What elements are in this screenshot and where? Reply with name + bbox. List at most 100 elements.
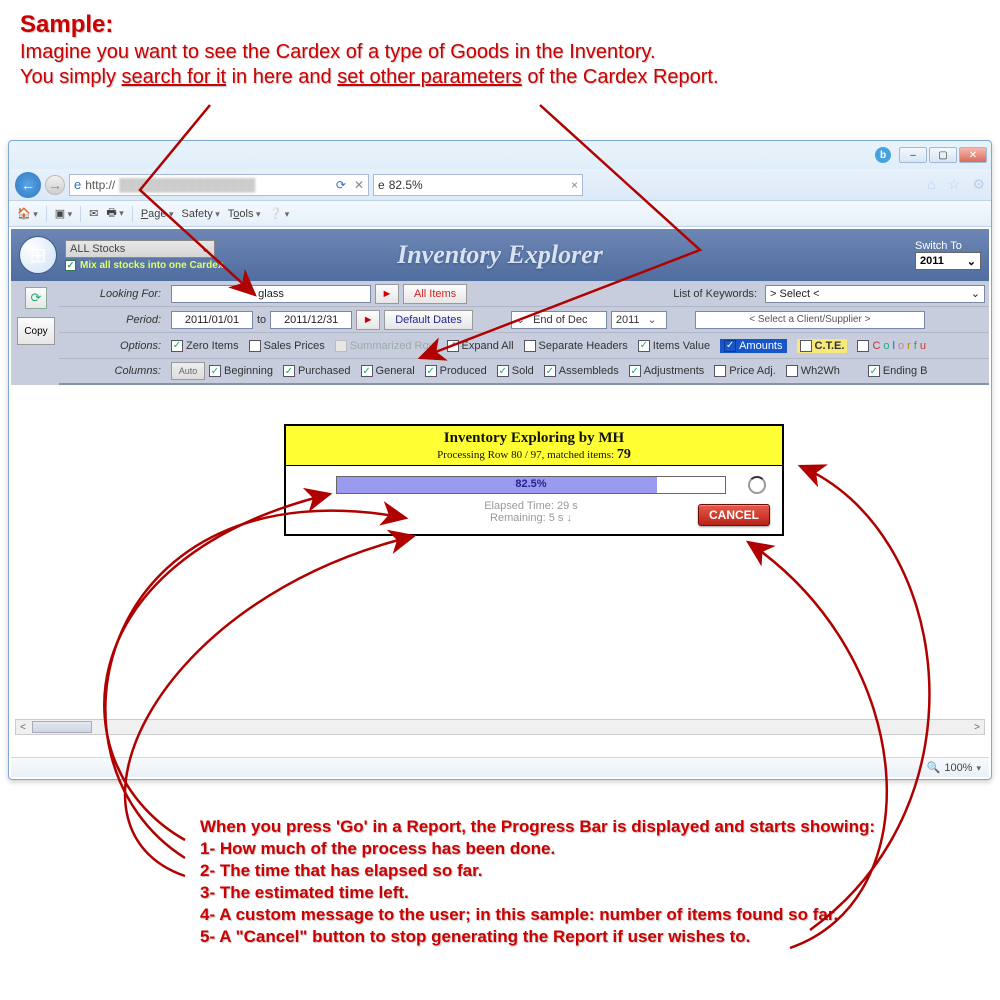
url-field[interactable]: e http:// ████████████████ ⟳ ✕: [69, 174, 369, 196]
spinner-icon: [748, 476, 766, 494]
app-favicon: b: [875, 147, 891, 163]
progress-header: Inventory Exploring by MH Processing Row…: [286, 426, 782, 466]
address-bar: ← → e http:// ████████████████ ⟳ ✕ e 82.…: [9, 169, 991, 201]
row-options: Options: Zero Items Sales Prices Summari…: [59, 333, 989, 359]
opt-summarized-row[interactable]: Summarized Row: [335, 340, 437, 352]
endof-month-select[interactable]: End of Dec: [511, 311, 607, 329]
period-label: Period:: [63, 314, 167, 326]
keywords-label: List of Keywords:: [673, 288, 757, 300]
period-from-input[interactable]: 2011/01/01: [171, 311, 253, 329]
browser-status-bar: 🔍 100%: [11, 757, 989, 777]
period-go-button[interactable]: ►: [356, 310, 380, 330]
settings-icon[interactable]: ⚙: [972, 176, 985, 193]
row-looking-for: Looking For: glass ► All Items List of K…: [59, 281, 989, 307]
stop-icon[interactable]: ✕: [354, 178, 364, 192]
tab-ie-icon: e: [378, 178, 385, 192]
titlebar-right-icons: ⌂ ☆ ⚙: [927, 176, 985, 193]
columns-label: Columns:: [63, 365, 167, 377]
windows-logo-icon: ⊞: [19, 236, 57, 274]
page-menu[interactable]: PPageage: [141, 208, 174, 220]
safety-menu[interactable]: Safety: [182, 208, 220, 220]
search-go-button[interactable]: ►: [375, 284, 399, 304]
feeds-menu[interactable]: ▣: [55, 207, 72, 220]
opt-zero-items[interactable]: Zero Items: [171, 340, 239, 352]
forward-button[interactable]: →: [45, 175, 65, 195]
zoom-menu[interactable]: [976, 762, 981, 774]
progress-percent: 82.5%: [337, 478, 725, 490]
url-scheme: http://: [85, 178, 115, 192]
refresh-square-button[interactable]: ⟳: [25, 287, 47, 309]
col-beginning[interactable]: Beginning: [209, 365, 273, 377]
mail-icon[interactable]: ✉: [89, 207, 98, 220]
default-dates-button[interactable]: Default Dates: [384, 310, 473, 330]
mix-stocks-checkbox[interactable]: ✓ Mix all stocks into one Cardex: [65, 260, 223, 271]
opt-separate-headers[interactable]: Separate Headers: [524, 340, 628, 352]
url-blurred: ████████████████: [119, 178, 255, 192]
col-produced[interactable]: Produced: [425, 365, 487, 377]
annotation-line1: Imagine you want to see the Cardex of a …: [20, 40, 960, 65]
endof-year-select[interactable]: 2011: [611, 311, 667, 329]
progress-times: Elapsed Time: 29 s Remaining: 5 s ↓: [336, 500, 726, 524]
back-button[interactable]: ←: [15, 172, 41, 198]
zoom-icon[interactable]: 🔍: [927, 761, 941, 774]
switch-to: Switch To 2011⌄: [915, 240, 981, 270]
tools-menu[interactable]: ToolsTools: [228, 208, 261, 220]
minimize-button[interactable]: –: [899, 147, 927, 163]
opt-cte[interactable]: C.T.E.: [797, 339, 848, 353]
keywords-select[interactable]: > Select <⌄: [765, 285, 985, 303]
scrollbar-thumb[interactable]: [32, 721, 92, 733]
progress-dialog: Inventory Exploring by MH Processing Row…: [284, 424, 784, 536]
col-purchased[interactable]: Purchased: [283, 365, 351, 377]
favorites-icon[interactable]: ☆: [948, 176, 961, 193]
period-to-input[interactable]: 2011/12/31: [270, 311, 352, 329]
help-menu[interactable]: ❔: [268, 207, 289, 220]
annotation-line2: You simply search for it in here and set…: [20, 65, 960, 90]
tab-title: 82.5%: [389, 178, 423, 192]
col-assembleds[interactable]: Assembleds: [544, 365, 619, 377]
maximize-button[interactable]: ▢: [929, 147, 957, 163]
tab-close-icon[interactable]: ×: [571, 178, 578, 192]
print-menu[interactable]: 🖶: [106, 204, 123, 223]
col-adjustments[interactable]: Adjustments: [629, 365, 705, 377]
col-price-adj[interactable]: Price Adj.: [714, 365, 775, 377]
opt-items-value[interactable]: Items Value: [638, 340, 710, 352]
all-items-button[interactable]: All Items: [403, 284, 467, 304]
close-button[interactable]: ✕: [959, 147, 987, 163]
filter-area: Looking For: glass ► All Items List of K…: [11, 281, 989, 385]
progress-bar: 82.5%: [336, 476, 726, 494]
app-title: Inventory Explorer: [397, 240, 603, 270]
columns-auto-button[interactable]: Auto: [171, 362, 205, 380]
stock-select[interactable]: ALL Stocks⌄: [65, 240, 215, 258]
refresh-icon[interactable]: ⟳: [332, 178, 350, 192]
progress-title: Inventory Exploring by MH: [286, 430, 782, 447]
col-wh2wh[interactable]: Wh2Wh: [786, 365, 840, 377]
home-menu[interactable]: 🏠: [17, 207, 38, 220]
browser-toolbar: 🏠 ▣ ✉ 🖶 PPageage Safety ToolsTools ❔: [9, 201, 991, 227]
horizontal-scrollbar[interactable]: < >: [15, 719, 985, 735]
row-period: Period: 2011/01/01 to 2011/12/31 ► Defau…: [59, 307, 989, 333]
switch-year-select[interactable]: 2011⌄: [915, 252, 981, 270]
opt-amounts[interactable]: Amounts: [720, 339, 786, 353]
col-sold[interactable]: Sold: [497, 365, 534, 377]
col-general[interactable]: General: [361, 365, 415, 377]
window-buttons: – ▢ ✕: [899, 147, 987, 163]
looking-for-label: Looking For:: [63, 288, 167, 300]
browser-tab[interactable]: e 82.5% ×: [373, 174, 583, 196]
client-supplier-select[interactable]: < Select a Client/Supplier >: [695, 311, 925, 329]
annotation-bottom: When you press 'Go' in a Report, the Pro…: [200, 816, 980, 949]
opt-colorful[interactable]: ColorfuColorfu: [857, 340, 926, 352]
cancel-button[interactable]: CANCEL: [698, 504, 770, 526]
zoom-level: 100%: [944, 762, 972, 774]
annotation-top: Sample: Imagine you want to see the Card…: [20, 10, 960, 90]
progress-subtitle: Processing Row 80 / 97, matched items: 7…: [286, 447, 782, 463]
opt-sales-prices[interactable]: Sales Prices: [249, 340, 325, 352]
copy-button[interactable]: Copy: [17, 317, 55, 345]
app-header: ⊞ ALL Stocks⌄ ✓ Mix all stocks into one …: [11, 229, 989, 281]
col-ending-b[interactable]: Ending B: [868, 365, 928, 377]
looking-for-input[interactable]: glass: [171, 285, 371, 303]
window-titlebar: b – ▢ ✕: [9, 141, 991, 169]
home-icon[interactable]: ⌂: [927, 176, 935, 193]
row-columns: Columns: Auto Beginning Purchased Genera…: [59, 359, 989, 385]
opt-expand-all[interactable]: Expand All: [447, 340, 514, 352]
options-label: Options:: [63, 340, 167, 352]
